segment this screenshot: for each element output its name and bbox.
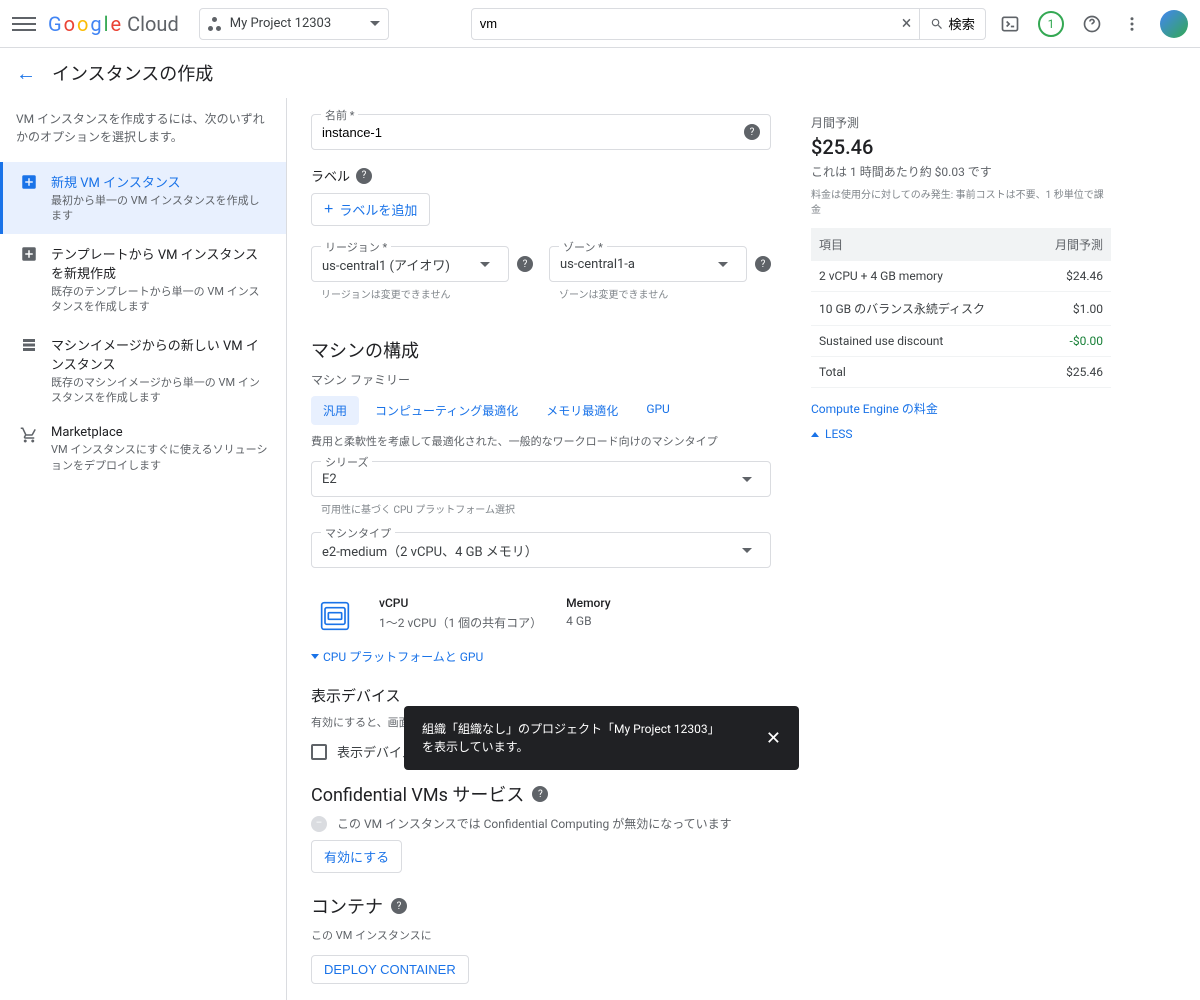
enable-confidential-button[interactable]: 有効にする: [311, 840, 402, 873]
tab-memory[interactable]: メモリ最適化: [534, 396, 630, 425]
sidebar-item-from-image[interactable]: マシンイメージからの新しい VM インスタンス 既存のマシンイメージから単一の …: [0, 325, 286, 416]
template-icon: [19, 244, 39, 264]
cpu-platform-expand[interactable]: CPU プラットフォームと GPU: [311, 648, 771, 665]
name-input[interactable]: [322, 125, 744, 140]
series-select[interactable]: E2: [311, 461, 771, 497]
name-field: 名前 * ?: [311, 114, 771, 150]
minus-circle-icon: –: [311, 816, 327, 832]
labels-header: ラベル ?: [311, 166, 771, 185]
zone-field: ゾーン * us-central1-a ? ゾーンは変更できません: [549, 246, 771, 301]
cost-panel: 月間予測 $25.46 これは 1 時間あたり約 $0.03 です 料金は使用分…: [811, 114, 1111, 984]
cloud-shell-icon[interactable]: [998, 12, 1022, 36]
sidebar-item-from-template[interactable]: テンプレートから VM インスタンスを新規作成 既存のテンプレートから単一の V…: [0, 234, 286, 325]
deploy-container-button[interactable]: DEPLOY CONTAINER: [311, 955, 469, 984]
chevron-down-icon: [370, 21, 380, 26]
page-title: インスタンスの作成: [52, 60, 213, 86]
cost-table: 項目 月間予測 2 vCPU + 4 GB memory$24.46 10 GB…: [811, 228, 1111, 388]
sidebar-item-new-vm[interactable]: 新規 VM インスタンス 最初から単一の VM インスタンスを作成します: [0, 162, 286, 234]
form-column: 名前 * ? ラベル ? + ラベルを追加 リージョン *: [311, 114, 771, 984]
search-icon: [930, 17, 944, 31]
table-row: Sustained use discount-$0.00: [811, 326, 1111, 357]
cpu-chip-icon: [315, 596, 355, 636]
table-row: 10 GB のバランス永続ディスク$1.00: [811, 292, 1111, 326]
topbar-right: 1: [998, 10, 1188, 38]
display-device-checkbox[interactable]: [311, 744, 327, 760]
close-icon[interactable]: ✕: [766, 725, 781, 752]
menu-icon[interactable]: [12, 12, 36, 36]
help-icon[interactable]: ?: [744, 124, 760, 140]
avatar[interactable]: [1160, 10, 1188, 38]
sidebar-intro: VM インスタンスを作成するには、次のいずれかのオプションを選択します。: [0, 110, 286, 162]
project-icon: [208, 17, 222, 31]
help-icon[interactable]: ?: [391, 898, 407, 914]
pricing-link[interactable]: Compute Engine の料金: [811, 400, 1111, 417]
search-button[interactable]: 検索: [920, 8, 986, 40]
help-icon[interactable]: ?: [755, 256, 771, 272]
table-row: Total$25.46: [811, 357, 1111, 388]
page-header: ← インスタンスの作成: [0, 48, 1200, 98]
tab-compute[interactable]: コンピューティング最適化: [363, 396, 530, 425]
clear-icon[interactable]: ×: [902, 13, 912, 34]
table-row: 2 vCPU + 4 GB memory$24.46: [811, 261, 1111, 292]
back-arrow-icon[interactable]: ←: [16, 61, 36, 86]
main: 名前 * ? ラベル ? + ラベルを追加 リージョン *: [287, 98, 1200, 1000]
project-name: My Project 12303: [230, 16, 331, 31]
chevron-down-icon: [480, 262, 490, 267]
sidebar: VM インスタンスを作成するには、次のいずれかのオプションを選択します。 新規 …: [0, 98, 287, 1000]
help-icon[interactable]: [1080, 12, 1104, 36]
sidebar-item-marketplace[interactable]: Marketplace VM インスタンスにすぐに使えるソリューションをデプロイ…: [0, 415, 286, 483]
marketplace-icon: [19, 425, 39, 445]
series-field: シリーズ E2 可用性に基づく CPU プラットフォーム選択: [311, 461, 771, 516]
gcp-logo[interactable]: Google Cloud: [48, 12, 179, 36]
more-icon[interactable]: [1120, 12, 1144, 36]
machine-config-title: マシンの構成: [311, 337, 771, 363]
confidential-title: Confidential VMs サービス ?: [311, 781, 771, 807]
search-box: ×: [471, 8, 921, 40]
machine-image-icon: [19, 335, 39, 355]
collapse-less[interactable]: LESS: [811, 427, 1111, 441]
notifications-badge[interactable]: 1: [1038, 11, 1064, 37]
project-picker[interactable]: My Project 12303: [199, 8, 389, 40]
search-input[interactable]: [480, 16, 902, 31]
tab-general[interactable]: 汎用: [311, 396, 359, 425]
help-icon[interactable]: ?: [356, 168, 372, 184]
chevron-down-icon: [742, 548, 752, 553]
plus-icon: +: [324, 201, 333, 219]
add-label-button[interactable]: + ラベルを追加: [311, 193, 430, 226]
help-icon[interactable]: ?: [517, 256, 533, 272]
chevron-down-icon: [311, 654, 319, 659]
chevron-up-icon: [811, 432, 819, 437]
plus-box-icon: [19, 172, 39, 192]
region-field: リージョン * us-central1 (アイオワ) ? リージョンは変更できま…: [311, 246, 533, 301]
top-bar: Google Cloud My Project 12303 × 検索 1: [0, 0, 1200, 48]
container-title: コンテナ ?: [311, 893, 771, 919]
chevron-down-icon: [718, 262, 728, 267]
machine-type-field: マシンタイプ e2-medium（2 vCPU、4 GB メモリ）: [311, 532, 771, 568]
toast: 組織「組織なし」のプロジェクト「My Project 12303」を表示していま…: [404, 706, 799, 770]
layout: VM インスタンスを作成するには、次のいずれかのオプションを選択します。 新規 …: [0, 98, 1200, 1000]
machine-family-tabs: 汎用 コンピューティング最適化 メモリ最適化 GPU: [311, 396, 771, 425]
confidential-status: – この VM インスタンスでは Confidential Computing …: [311, 815, 771, 832]
chevron-down-icon: [742, 477, 752, 482]
toast-text: 組織「組織なし」のプロジェクト「My Project 12303」を表示していま…: [422, 720, 726, 756]
cost-price: $25.46: [811, 135, 1111, 159]
machine-summary: vCPU 1～2 vCPU（1 個の共有コア） Memory 4 GB: [311, 584, 771, 648]
search-wrap: × 検索: [471, 8, 986, 40]
display-device-title: 表示デバイス: [311, 685, 771, 706]
tab-gpu[interactable]: GPU: [634, 396, 682, 425]
